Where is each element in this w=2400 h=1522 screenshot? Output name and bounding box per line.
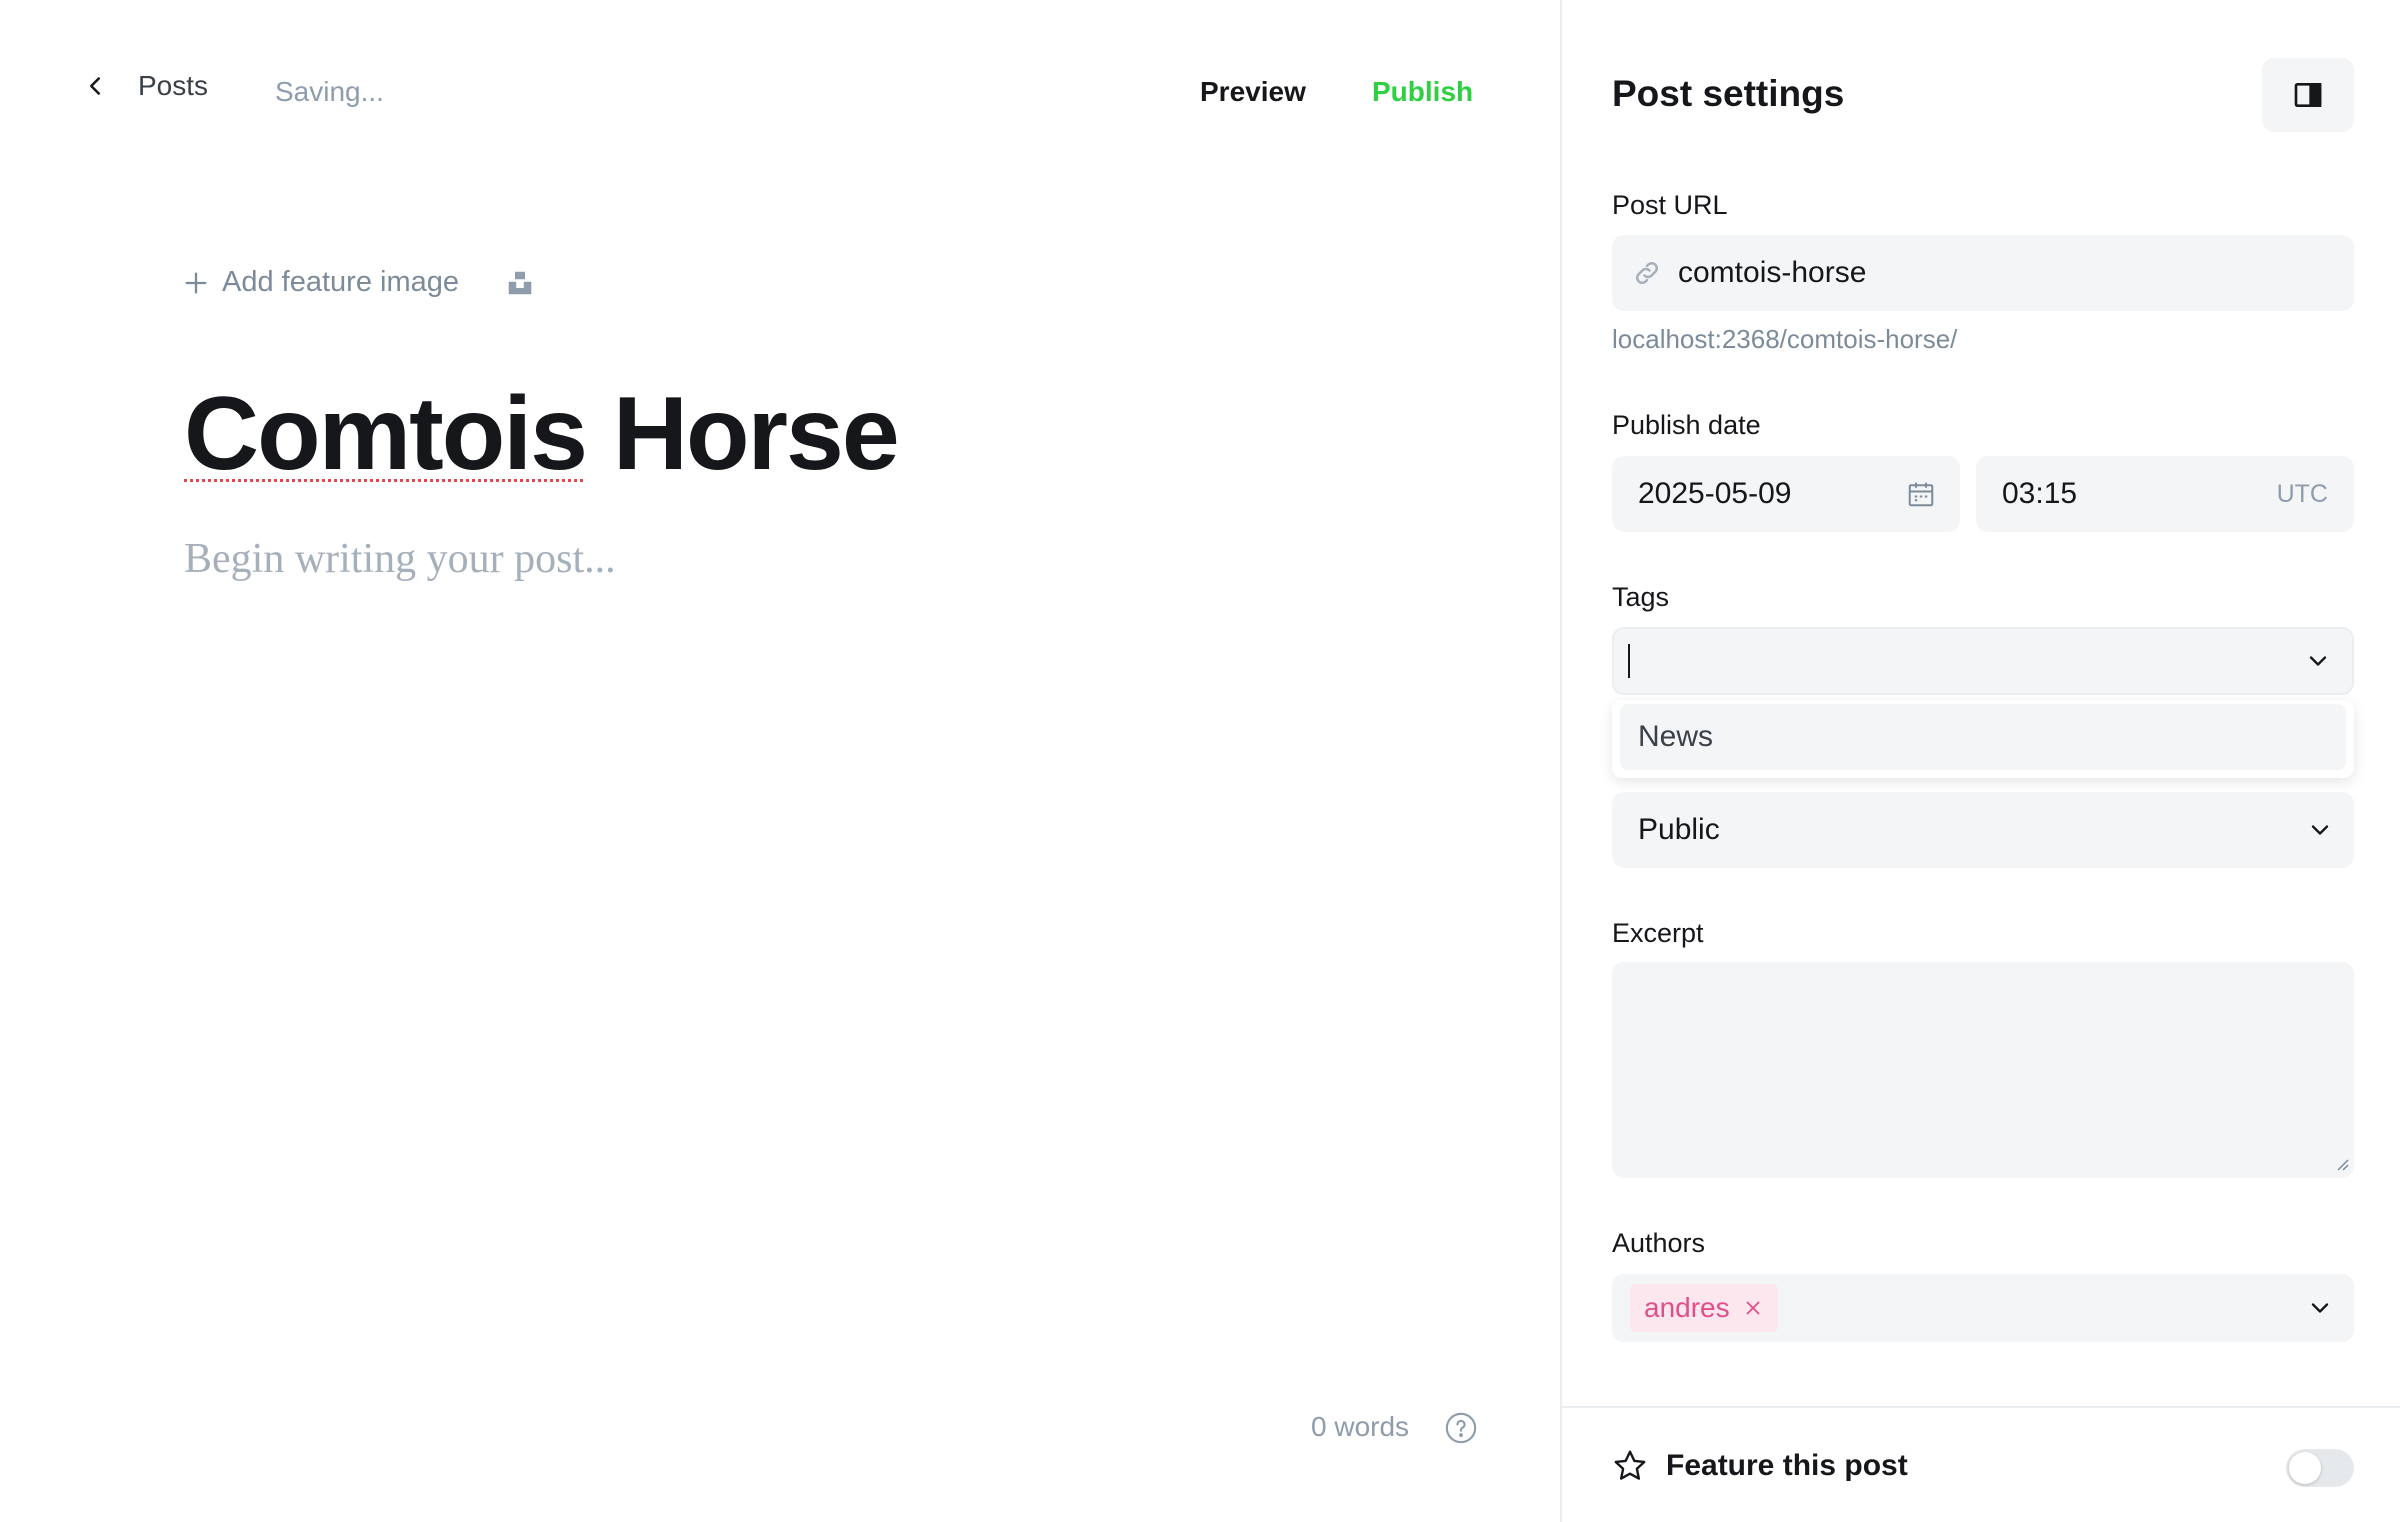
tags-dropdown: News xyxy=(1612,700,2354,778)
text-caret xyxy=(1628,644,1630,678)
editor-pane: Posts Saving... Preview Publish Add feat… xyxy=(0,0,1560,1522)
tags-input[interactable] xyxy=(1612,627,2354,695)
publish-time-input[interactable]: 03:15 UTC xyxy=(1976,456,2354,532)
tag-option[interactable]: News xyxy=(1620,704,2346,770)
unsplash-icon[interactable] xyxy=(505,268,535,298)
calendar-icon[interactable] xyxy=(1906,479,1936,509)
publish-time-value: 03:15 xyxy=(2002,477,2078,510)
feature-post-row: Feature this post xyxy=(1612,1448,1908,1484)
publish-date-input[interactable]: 2025-05-09 xyxy=(1612,456,1960,532)
visibility-select[interactable]: Public xyxy=(1612,792,2354,868)
author-chip: andres xyxy=(1630,1284,1778,1332)
publish-button[interactable]: Publish xyxy=(1372,76,1473,108)
toggle-knob xyxy=(2289,1452,2321,1484)
sidebar-toggle-icon xyxy=(2294,83,2322,107)
tags-label: Tags xyxy=(1612,582,1670,612)
resize-handle-icon[interactable] xyxy=(2334,1156,2350,1172)
chevron-down-icon xyxy=(2311,825,2329,835)
feature-image-row: Add feature image xyxy=(182,266,535,299)
chevron-left-icon xyxy=(90,77,100,95)
add-feature-image-button[interactable]: Add feature image xyxy=(182,266,459,299)
close-icon[interactable] xyxy=(1742,1297,1764,1319)
back-label: Posts xyxy=(138,70,209,101)
star-icon xyxy=(1614,1450,1646,1480)
post-url-value: comtois-horse xyxy=(1678,256,1867,289)
feature-post-toggle[interactable] xyxy=(2286,1449,2354,1487)
post-url-input[interactable]: comtois-horse xyxy=(1612,235,2354,311)
publish-date-label: Publish date xyxy=(1612,410,1761,440)
save-status: Saving... xyxy=(275,76,384,107)
chevron-down-icon[interactable] xyxy=(2304,647,2332,675)
add-feature-image-label: Add feature image xyxy=(222,266,459,298)
app-root: Posts Saving... Preview Publish Add feat… xyxy=(0,0,2400,1522)
panel-title: Post settings xyxy=(1612,73,1845,114)
excerpt-textarea[interactable] xyxy=(1612,962,2354,1178)
chevron-down-icon[interactable] xyxy=(2306,1294,2334,1322)
post-body-editor[interactable]: Begin writing your post... xyxy=(184,535,616,583)
post-url-hint: localhost:2368/comtois-horse/ xyxy=(1612,324,1958,354)
post-title[interactable]: Comtois Horse xyxy=(184,375,900,494)
editor-topbar: Posts Saving... Preview Publish xyxy=(0,0,1560,190)
section-divider xyxy=(1562,1406,2400,1408)
timezone-label: UTC xyxy=(2276,479,2328,508)
help-icon[interactable] xyxy=(1444,1411,1478,1445)
toggle-sidebar-button[interactable] xyxy=(2262,58,2354,132)
authors-label: Authors xyxy=(1612,1228,1706,1258)
post-settings-panel: Post settings Post URL comtois-horse loc… xyxy=(1560,0,2400,1522)
post-title-misspelled-word: Comtois xyxy=(184,376,588,492)
preview-button[interactable]: Preview xyxy=(1200,76,1306,108)
visibility-value: Public xyxy=(1638,813,1720,846)
word-count: 0 words xyxy=(1311,1411,1410,1442)
plus-icon xyxy=(185,272,207,293)
excerpt-label: Excerpt xyxy=(1612,918,1704,948)
link-icon xyxy=(1635,261,1659,285)
post-title-rest: Horse xyxy=(586,376,900,492)
back-to-posts-button[interactable]: Posts xyxy=(80,70,208,102)
author-name: andres xyxy=(1644,1292,1730,1323)
authors-input[interactable]: andres xyxy=(1612,1274,2354,1342)
publish-date-value: 2025-05-09 xyxy=(1638,477,1792,510)
post-url-label: Post URL xyxy=(1612,190,1728,220)
feature-post-label: Feature this post xyxy=(1666,1449,1908,1482)
